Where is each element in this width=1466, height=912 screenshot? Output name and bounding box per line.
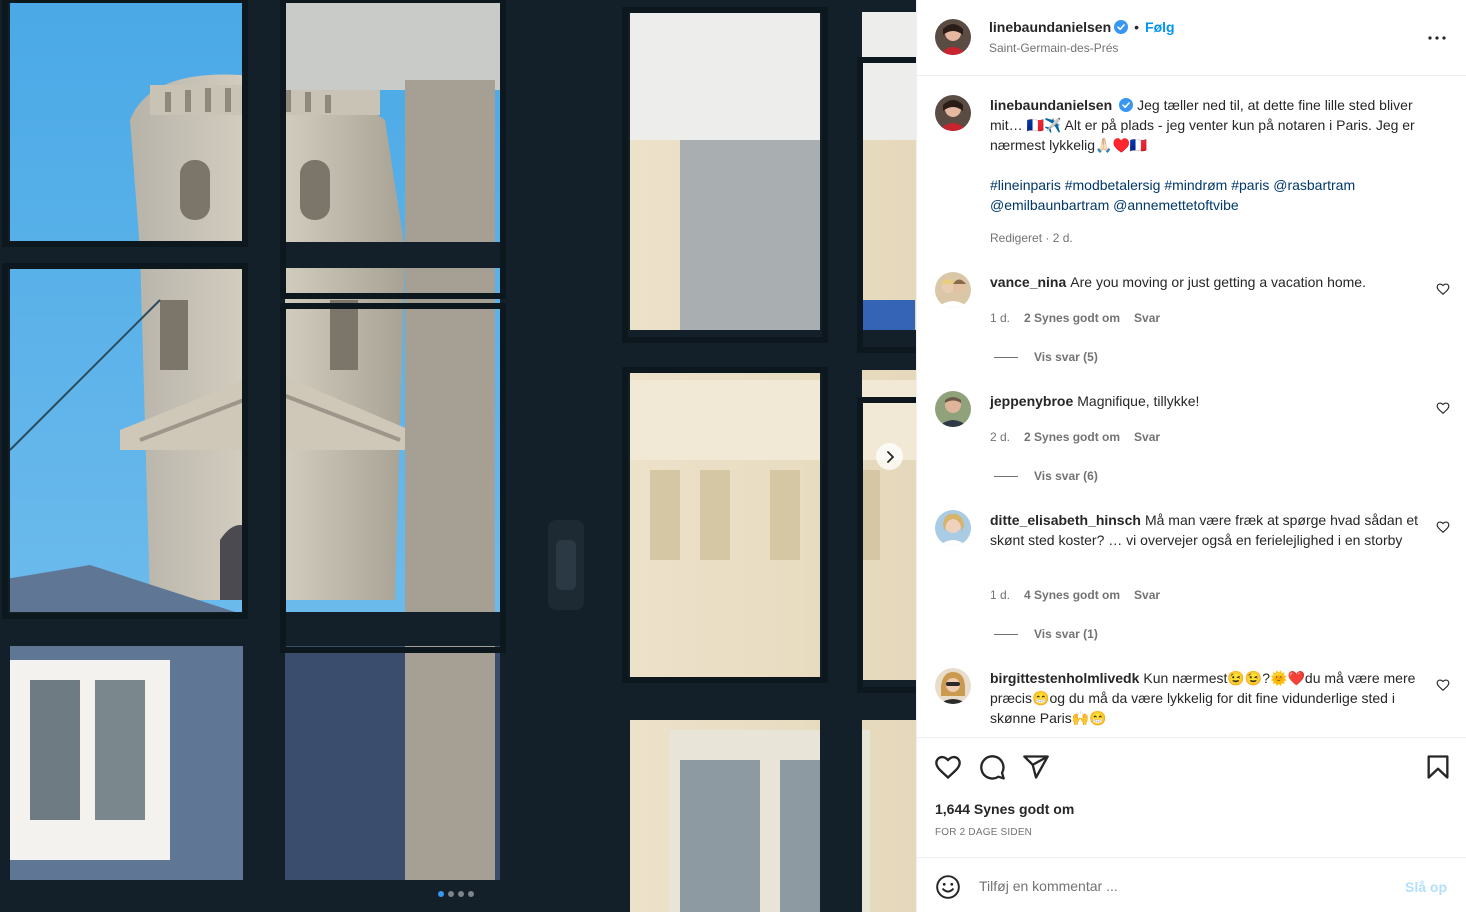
- heart-icon[interactable]: [934, 753, 962, 781]
- carousel-dot-active: [438, 891, 444, 897]
- author-line: linebaundanielsen • Følg: [989, 19, 1175, 35]
- caption-username[interactable]: linebaundanielsen: [990, 97, 1112, 113]
- author-username[interactable]: linebaundanielsen: [989, 19, 1111, 35]
- verified-badge-icon: [1119, 98, 1134, 112]
- comment-body: ditte_elisabeth_hinsch Må man være fræk a…: [990, 510, 1430, 550]
- post-timestamp[interactable]: FOR 2 DAGE SIDEN: [935, 827, 1032, 838]
- comment-username[interactable]: ditte_elisabeth_hinsch: [990, 512, 1141, 528]
- view-replies-label: Vis svar (5): [1034, 350, 1098, 364]
- view-replies-button[interactable]: Vis svar (1): [994, 627, 1098, 641]
- caption-author-avatar[interactable]: [935, 95, 971, 131]
- divider-line: [994, 476, 1018, 478]
- share-icon[interactable]: [1022, 753, 1050, 781]
- carousel-dot: [468, 891, 474, 897]
- comments-list[interactable]: linebaundanielsen Jeg tæller ned til, at …: [917, 77, 1466, 737]
- comment-input[interactable]: [979, 874, 1389, 898]
- photo-window-view-paris: [0, 0, 916, 912]
- emoji-icon[interactable]: [935, 874, 961, 900]
- carousel-indicator: [438, 891, 474, 897]
- verified-badge-icon: [1114, 20, 1129, 34]
- comment-like-heart-icon[interactable]: [1436, 678, 1450, 692]
- comment-avatar-image: [935, 272, 971, 308]
- divider-line: [994, 357, 1018, 359]
- comment-likes[interactable]: 2 Synes godt om: [1024, 311, 1120, 325]
- post-details-panel: linebaundanielsen • Følg Saint-Germain-des…: [916, 0, 1466, 912]
- comment-avatar[interactable]: [935, 272, 971, 308]
- bookmark-icon[interactable]: [1424, 753, 1452, 781]
- follow-button[interactable]: Følg: [1145, 19, 1175, 35]
- comment-meta: 1 d. 2 Synes godt om Svar: [990, 311, 1160, 325]
- view-replies-button[interactable]: Vis svar (6): [994, 469, 1098, 483]
- comment-avatar-image: [935, 510, 971, 546]
- comment-text: Magnifique, tillykke!: [1077, 393, 1200, 409]
- view-replies-label: Vis svar (6): [1034, 469, 1098, 483]
- comment-avatar[interactable]: [935, 391, 971, 427]
- separator-dot: •: [1134, 19, 1140, 35]
- comment-avatar[interactable]: [935, 510, 971, 546]
- comment-like-heart-icon[interactable]: [1436, 282, 1450, 296]
- comment-likes[interactable]: 4 Synes godt om: [1024, 588, 1120, 602]
- comment-username[interactable]: vance_nina: [990, 274, 1066, 290]
- comment-like-heart-icon[interactable]: [1436, 401, 1450, 415]
- chevron-right-icon: [886, 450, 894, 463]
- author-avatar[interactable]: [935, 19, 971, 55]
- reply-button[interactable]: Svar: [1134, 311, 1160, 325]
- view-replies-label: Vis svar (1): [1034, 627, 1098, 641]
- caption-avatar-image: [935, 95, 971, 131]
- comment-meta: 2 d. 2 Synes godt om Svar: [990, 430, 1160, 444]
- post-comment-button[interactable]: Slå op: [1405, 879, 1447, 895]
- caption-meta: Redigeret · 2 d.: [990, 231, 1073, 245]
- post-actions: 1,644 Synes godt om FOR 2 DAGE SIDEN: [917, 737, 1466, 857]
- caption-body: linebaundanielsen Jeg tæller ned til, at …: [990, 95, 1430, 215]
- post-header: linebaundanielsen • Følg Saint-Germain-des…: [917, 0, 1466, 76]
- add-comment-bar: Slå op: [917, 857, 1466, 912]
- author-avatar-image: [935, 19, 971, 55]
- comment-avatar-image: [935, 391, 971, 427]
- post-location[interactable]: Saint-Germain-des-Prés: [989, 41, 1118, 55]
- more-options-icon[interactable]: [1425, 26, 1449, 50]
- comment-avatar-image: [935, 668, 971, 704]
- comment-age: 1 d.: [990, 588, 1011, 602]
- comment-body: birgittestenholmlivedk Kun nærmest😉😉?🌞❤️d…: [990, 668, 1430, 728]
- comment-body: jeppenybroe Magnifique, tillykke!: [990, 391, 1430, 411]
- reply-button[interactable]: Svar: [1134, 430, 1160, 444]
- likes-count[interactable]: 1,644 Synes godt om: [935, 801, 1074, 817]
- comment-age: 1 d.: [990, 311, 1011, 325]
- caption-hashtags[interactable]: #lineinparis #modbetalersig #mindrøm #pa…: [990, 175, 1430, 215]
- view-replies-button[interactable]: Vis svar (5): [994, 350, 1098, 364]
- divider-line: [994, 634, 1018, 636]
- reply-button[interactable]: Svar: [1134, 588, 1160, 602]
- comment-avatar[interactable]: [935, 668, 971, 704]
- carousel-dot: [448, 891, 454, 897]
- comment-text: Are you moving or just getting a vacatio…: [1070, 274, 1366, 290]
- comment-likes[interactable]: 2 Synes godt om: [1024, 430, 1120, 444]
- comment-like-heart-icon[interactable]: [1436, 520, 1450, 534]
- carousel-next-button[interactable]: [876, 443, 903, 470]
- comment-username[interactable]: jeppenybroe: [990, 393, 1073, 409]
- comment-age: 2 d.: [990, 430, 1011, 444]
- carousel-dot: [458, 891, 464, 897]
- post-photo[interactable]: [0, 0, 916, 912]
- comment-body: vance_nina Are you moving or just getting…: [990, 272, 1430, 292]
- comment-icon[interactable]: [978, 753, 1006, 781]
- comment-meta: 1 d. 4 Synes godt om Svar: [990, 588, 1160, 602]
- comment-username[interactable]: birgittestenholmlivedk: [990, 670, 1139, 686]
